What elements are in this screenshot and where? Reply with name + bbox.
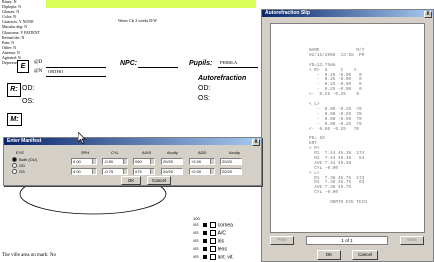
autorefraction-close-button[interactable]: X xyxy=(424,11,432,18)
os-add-input[interactable]: +2.00 xyxy=(189,168,215,175)
manifest-ok-button[interactable]: OK xyxy=(121,176,141,185)
radio-icon[interactable] xyxy=(12,169,17,175)
page-indicator: 1 of 1 xyxy=(306,236,388,245)
layer-checkbox[interactable] xyxy=(209,246,216,252)
od-acuity2-input[interactable]: 20/20 xyxy=(220,158,242,165)
header-add: ADD xyxy=(198,150,207,155)
radio-checked-icon[interactable] xyxy=(12,157,17,163)
manifest-dialog: Enter Manifest X EYE SPH CYL AXIS Acuity… xyxy=(3,137,262,186)
mouse-cursor-icon xyxy=(78,132,86,144)
od-axis-input[interactable]: 090 xyxy=(133,158,155,165)
wears-note: Wears Cls 2 weeks D/W xyxy=(118,18,158,23)
layer-vis: VIS xyxy=(193,223,199,228)
bottom-text: The ville area on mark: No xyxy=(2,253,57,258)
next-button[interactable]: Next xyxy=(400,236,424,245)
layer-color-swatch xyxy=(202,239,207,243)
autorefraction-title: Autorefraction Slip xyxy=(265,10,311,16)
n-value[interactable]: ORTHO xyxy=(48,69,63,74)
autorefraction-ok-button[interactable]: OK xyxy=(317,250,341,260)
autorefraction-dialog: Autorefraction Slip X NAME M/Y 02/15/200… xyxy=(261,9,434,262)
prev-button[interactable]: Prev xyxy=(270,236,294,245)
npc-label: NPC: xyxy=(120,60,138,67)
layer-checkbox[interactable] xyxy=(209,254,216,260)
layer-label: iris xyxy=(217,238,225,245)
layer-row[interactable]: VIS cornea xyxy=(193,222,233,229)
autorefraction-cancel-button[interactable]: Cancel xyxy=(352,250,378,260)
header-acuity: Acuity xyxy=(167,150,178,155)
eye-option-label: OS xyxy=(19,169,25,174)
layer-vis: VIS xyxy=(193,239,199,244)
eye-option-label: OD xyxy=(19,163,25,168)
layer-label: A/C xyxy=(217,230,226,237)
r-box[interactable]: R: xyxy=(7,83,21,97)
layer-label: cornea xyxy=(217,222,233,229)
layer-row[interactable]: VIS iris xyxy=(193,238,224,245)
layer-vis: VIS xyxy=(193,255,199,260)
layer-color-swatch xyxy=(202,223,207,227)
n-line xyxy=(46,76,106,77)
manifest-title: Enter Manifest xyxy=(7,138,42,144)
eye-option[interactable]: Both (OU) xyxy=(12,157,38,163)
layer-color-swatch xyxy=(202,255,207,259)
r-od-label: OD: xyxy=(22,85,35,92)
od-sph-input[interactable]: 0.00 xyxy=(71,158,97,165)
npc-line xyxy=(138,67,178,68)
eye-option-label: Both (OU) xyxy=(19,157,38,162)
pupils-line xyxy=(218,67,258,68)
autorefraction-titlebar: Autorefraction Slip X xyxy=(262,10,433,18)
layer-color-swatch xyxy=(202,231,207,235)
ar-os-label: OS: xyxy=(198,95,211,102)
manifest-cancel-button[interactable]: Cancel xyxy=(147,176,171,185)
os-axis-input[interactable]: 075 xyxy=(133,168,155,175)
manifest-close-button[interactable]: X xyxy=(252,139,260,146)
zoom-value: 100 xyxy=(193,216,200,221)
layer-label: ant. vit. xyxy=(217,254,234,261)
layer-label: lens xyxy=(217,246,227,253)
od-cyl-input[interactable]: -0.50 xyxy=(102,158,128,165)
od-acuity-input[interactable]: 20/20 xyxy=(161,158,183,165)
layer-row[interactable]: VIS lens xyxy=(193,246,227,253)
radio-icon[interactable] xyxy=(12,163,17,169)
n-label: @N xyxy=(34,69,43,74)
od-add-input[interactable]: +2.00 xyxy=(189,158,215,165)
m-box[interactable]: M: xyxy=(7,113,22,126)
header-cyl: CYL xyxy=(111,150,119,155)
eye-option[interactable]: OS xyxy=(12,169,25,175)
slip-text: NAME M/Y 02/15/2008 13:58 PM VD=13.75mm … xyxy=(309,48,367,206)
ar-od-label: OD: xyxy=(198,85,211,92)
autorefraction-slip: NAME M/Y 02/15/2008 13:58 PM VD=13.75mm … xyxy=(270,23,425,233)
pupils-label: Pupils: xyxy=(189,60,213,67)
layer-checkbox[interactable] xyxy=(209,238,216,244)
header-eye: EYE xyxy=(16,150,25,155)
r-os-label: OS: xyxy=(22,98,35,105)
autorefraction-heading: Autorefraction xyxy=(198,75,247,82)
layer-checkbox[interactable] xyxy=(209,230,216,236)
manifest-titlebar: Enter Manifest X xyxy=(4,138,261,146)
os-acuity-input[interactable]: 20/20 xyxy=(161,168,183,175)
layer-vis: VIS xyxy=(193,247,199,252)
header-sph: SPH xyxy=(81,150,90,155)
layers-panel: 100 VIS cornea VIS A/C VIS iris VIS lens VIS ant.… xyxy=(193,216,263,262)
os-acuity2-input[interactable]: 20/20 xyxy=(220,168,242,175)
patient-notes: Rinay: N Diplopia: N Glasses: N Color: N Cat… xyxy=(2,0,82,65)
layer-row[interactable]: VIS ant. vit. xyxy=(193,254,234,261)
pupils-value[interactable]: PERRLA xyxy=(220,60,237,65)
os-sph-input[interactable]: 4.00 xyxy=(71,168,97,175)
layer-color-swatch xyxy=(202,247,207,251)
layer-row[interactable]: VIS A/C xyxy=(193,230,226,237)
header-axis: AXIS xyxy=(142,150,152,155)
header-acuity-2: Acuity xyxy=(229,150,240,155)
eye-option[interactable]: OD xyxy=(12,163,25,169)
d-label: @D xyxy=(34,60,43,65)
d-line xyxy=(46,67,106,68)
os-cyl-input[interactable]: -0.75 xyxy=(102,168,128,175)
e-box[interactable]: E xyxy=(17,60,29,73)
layer-vis: VIS xyxy=(193,231,199,236)
layer-checkbox[interactable] xyxy=(209,222,216,228)
